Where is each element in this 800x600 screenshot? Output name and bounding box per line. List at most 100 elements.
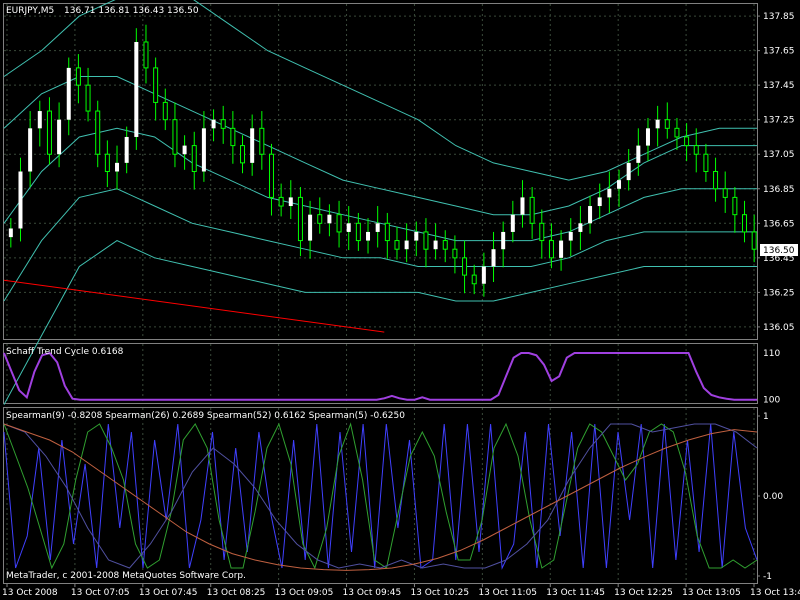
time-tick-label: 13 Oct 2008 (2, 588, 58, 598)
price-tick-label: 137.85 (763, 12, 795, 22)
candle-body-bull (655, 119, 660, 129)
candle-body-bull (607, 188, 612, 198)
candle-body-bear (46, 110, 52, 155)
candle-body-bear (713, 171, 719, 190)
candle-body-bear (384, 222, 390, 242)
candle-body-bull (636, 145, 641, 163)
stc-tick-label: 100 (763, 396, 780, 406)
candle-body-bear (732, 196, 738, 216)
candle-body-bear (75, 67, 81, 86)
price-tick-label: 137.65 (763, 47, 795, 57)
candle-body-bear (220, 119, 226, 129)
spearman-tick-label: 1 (763, 412, 769, 422)
time-tick-label: 13 Oct 11:45 (546, 588, 605, 598)
candle-body-bear (104, 153, 110, 173)
candle-body-bear (230, 127, 236, 147)
candle-body-bull (414, 231, 419, 241)
candle-body-bear (548, 240, 554, 259)
price-tick-label: 136.05 (763, 323, 795, 333)
candle-body-bull (375, 223, 380, 232)
time-tick-label: 13 Oct 12:25 (614, 588, 673, 598)
candle-body-bull (18, 171, 23, 229)
candle-body-bear (336, 214, 342, 233)
candle-body-bull (115, 162, 120, 172)
candle-body-bear (751, 231, 757, 250)
symbol-timeframe: EURJPY,M5 (6, 6, 54, 16)
time-tick-label: 13 Oct 11:05 (478, 588, 537, 598)
time-tick-label: 13 Oct 13:45 (750, 588, 800, 598)
candle-body-bull (520, 197, 525, 215)
candle-body-bear (162, 101, 168, 121)
candle-body-bear (394, 240, 400, 250)
price-tick-label: 137.05 (763, 150, 795, 160)
time-tick-label: 13 Oct 09:45 (343, 588, 402, 598)
price-tick-label: 136.85 (763, 185, 795, 195)
candle-body-bull (134, 41, 139, 137)
time-tick-label: 13 Oct 08:25 (207, 588, 266, 598)
price-tick-label: 136.25 (763, 288, 795, 298)
candle-body-bear (85, 84, 91, 112)
candle-body-bull (568, 231, 573, 241)
time-tick-label: 13 Oct 13:05 (682, 588, 741, 598)
time-tick-label: 13 Oct 10:25 (410, 588, 469, 598)
time-tick-label: 13 Oct 07:45 (139, 588, 198, 598)
candle-body-bull (124, 136, 129, 163)
candle-body-bull (501, 231, 506, 250)
candle-body-bear (423, 231, 429, 250)
price-tick-label: 137.25 (763, 116, 795, 126)
candle-body-bull (66, 67, 71, 120)
candle-body-bear (539, 222, 545, 242)
candle-body-bear (684, 136, 690, 147)
spearman-tick-label: 0.00 (763, 492, 783, 502)
candle-body-bull (510, 214, 515, 232)
copyright-text: MetaTrader, c 2001-2008 MetaQuotes Softw… (6, 571, 246, 581)
price-tick-label: 137.45 (763, 81, 795, 91)
candle-body-bear (742, 214, 748, 233)
candle-body-bull (288, 197, 293, 207)
candle-body-bull (28, 128, 33, 172)
candle-body-bear (278, 196, 284, 207)
candle-body-bear (442, 240, 448, 250)
candle-body-bear (95, 110, 101, 155)
candle-body-bull (597, 197, 602, 207)
candle-body-bear (722, 188, 728, 198)
price-tick-label: 136.65 (763, 219, 795, 229)
candle-body-bear (153, 67, 159, 103)
candle-body-bear (703, 153, 709, 173)
candle-body-bull (346, 223, 351, 232)
candle-body-bull (559, 240, 564, 258)
candle-body-bear (259, 127, 265, 155)
candle-body-bear (674, 127, 680, 138)
candle-body-bull (433, 240, 438, 250)
candle-body-bull (182, 145, 187, 155)
stc-tick-label: 110 (763, 349, 780, 359)
candle-body-bull (308, 214, 313, 241)
candle-body-bull (481, 266, 486, 284)
candle-body-bull (201, 128, 206, 172)
candle-body-bear (664, 119, 670, 129)
metatrader-chart[interactable]: 137.85 137.65 137.45 137.25 137.05 136.85 136.… (0, 0, 800, 600)
ohlc-values: 136.71 136.81 136.43 136.50 (64, 6, 199, 16)
candle-body-bull (626, 162, 631, 181)
spearman-title: Spearman(9) -0.8208 Spearman(26) 0.2689 … (6, 411, 405, 421)
time-tick-label: 13 Oct 07:05 (71, 588, 130, 598)
candle-body-bull (57, 119, 62, 155)
candle-body-bull (211, 119, 216, 129)
candle-body-bull (366, 231, 371, 241)
candle-body-bull (588, 206, 593, 224)
candle-body-bull (8, 228, 13, 238)
candle-body-bear (240, 145, 246, 164)
candle-body-bull (250, 128, 255, 163)
candle-body-bear (297, 196, 303, 242)
candle-body-bear (462, 257, 468, 276)
spearman-tick-label: -1 (763, 572, 772, 582)
candle-body-bull (645, 128, 650, 146)
stc-title: Schaff Trend Cycle 0.6168 (6, 347, 124, 357)
candle-body-bear (268, 153, 274, 198)
candle-body-bear (355, 222, 361, 242)
candle-body-bull (578, 223, 583, 232)
candle-body-bull (327, 214, 332, 224)
current-price-label: 136.50 (763, 246, 795, 256)
time-tick-label: 13 Oct 09:05 (275, 588, 334, 598)
candle-body-bear (172, 119, 178, 155)
